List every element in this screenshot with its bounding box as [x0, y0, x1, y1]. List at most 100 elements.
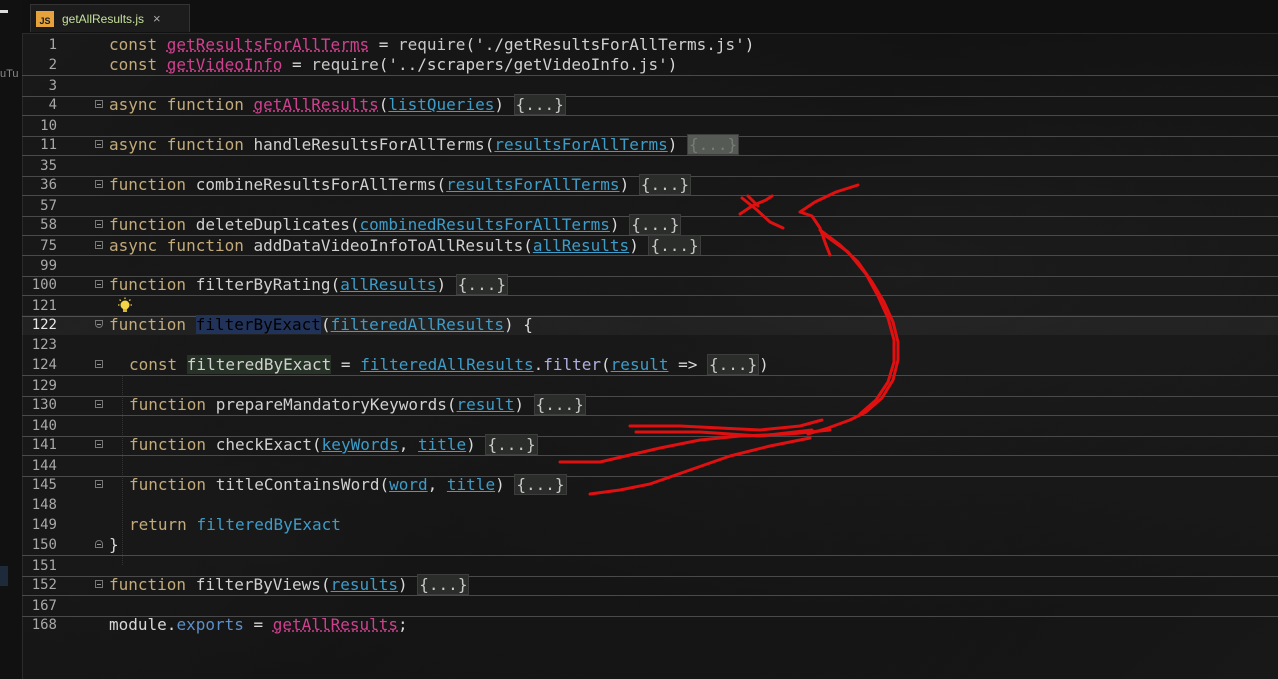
line-number: 99	[40, 258, 57, 274]
code-line[interactable]: 168 module.exports = getAllResults;	[22, 615, 1278, 635]
folded-region-placeholder[interactable]: {...}	[513, 94, 566, 115]
code-token: filteredAllResults	[360, 355, 534, 374]
code-line[interactable]: 121	[22, 295, 1278, 317]
folded-region-placeholder[interactable]: {...}	[629, 214, 682, 235]
fold-expand-icon[interactable]	[95, 480, 103, 488]
code-line[interactable]: 149 return filteredByExact	[22, 515, 1278, 535]
line-number: 150	[31, 537, 57, 553]
code-line[interactable]: 144	[22, 455, 1278, 477]
code-line[interactable]: 122 function filterByExact(filteredAllRes…	[22, 315, 1278, 335]
code-line[interactable]: 10	[22, 115, 1278, 137]
code-line[interactable]: 75 async function addDataVideoInfoToAllRe…	[22, 235, 1278, 256]
code-line[interactable]: 152 function filterByViews(results) {...}	[22, 574, 1278, 595]
code-token: =	[331, 355, 361, 374]
line-number: 35	[40, 158, 57, 174]
fold-expand-icon[interactable]	[95, 280, 103, 288]
tab-getallresults[interactable]: JS getAllResults.js ×	[30, 4, 190, 32]
code-line[interactable]: 141 function checkExact(keyWords, title) …	[22, 434, 1278, 455]
tab-bar: JS getAllResults.js ×	[22, 0, 1278, 34]
code-token: require	[311, 55, 379, 74]
line-number: 149	[31, 517, 57, 533]
fold-expand-icon[interactable]	[95, 580, 103, 588]
folded-region-placeholder[interactable]: {...}	[686, 134, 740, 155]
fold-expand-icon[interactable]	[95, 360, 103, 368]
code-token: result	[610, 355, 669, 374]
code-line[interactable]: 3	[22, 75, 1278, 97]
code-token: title	[446, 475, 496, 494]
code-line[interactable]: 4 async function getAllResults(listQuerie…	[22, 94, 1278, 115]
fold-collapse-icon[interactable]	[95, 320, 103, 328]
line-number: 121	[31, 298, 57, 314]
folded-region-placeholder[interactable]: {...}	[638, 174, 691, 195]
folded-region-placeholder[interactable]: {...}	[417, 574, 470, 595]
code-line[interactable]: 11 async function handleResultsForAllTerm…	[22, 134, 1278, 155]
code-token: require	[398, 35, 466, 54]
code-line[interactable]: 58 function deleteDuplicates(combinedResu…	[22, 214, 1278, 236]
code-token: .	[166, 615, 177, 634]
code-token: const	[109, 55, 167, 74]
line-number: 140	[31, 418, 57, 434]
panel-selection	[0, 566, 8, 586]
line-number: 3	[48, 78, 57, 94]
code-token: function	[109, 215, 196, 234]
code-line[interactable]: 150}	[22, 535, 1278, 555]
code-text: }	[109, 535, 119, 555]
close-icon[interactable]: ×	[153, 11, 161, 26]
code-token: )	[744, 35, 755, 54]
fold-expand-icon[interactable]	[95, 180, 103, 188]
code-text: async function getAllResults(listQueries…	[109, 94, 566, 115]
folded-region-placeholder[interactable]: {...}	[455, 274, 508, 295]
code-token: keyWords	[321, 435, 399, 454]
code-text: function deleteDuplicates(combinedResult…	[109, 214, 682, 235]
code-line[interactable]: 123	[22, 335, 1278, 355]
fold-expand-icon[interactable]	[95, 140, 103, 148]
code-token: addDataVideoInfoToAllResults	[253, 236, 524, 255]
folded-region-placeholder[interactable]: {...}	[648, 235, 701, 256]
fold-expand-icon[interactable]	[95, 400, 103, 408]
line-number: 58	[40, 217, 57, 233]
code-line[interactable]: 140	[22, 415, 1278, 437]
line-number: 2	[48, 57, 57, 73]
code-line[interactable]: 151	[22, 555, 1278, 577]
code-line[interactable]: 167	[22, 595, 1278, 617]
fold-expand-icon[interactable]	[95, 220, 103, 228]
folded-region-placeholder[interactable]: {...}	[514, 474, 567, 495]
code-text: const getResultsForAllTerms = require('.…	[109, 35, 754, 55]
code-line[interactable]: 148	[22, 495, 1278, 515]
code-line[interactable]: 1 const getResultsForAllTerms = require('…	[22, 35, 1278, 55]
folded-region-placeholder[interactable]: {...}	[485, 434, 538, 455]
code-token: (	[446, 395, 457, 414]
code-token: prepareMandatoryKeywords	[215, 395, 447, 414]
folded-region-placeholder[interactable]: {...}	[533, 394, 586, 415]
code-token: )	[619, 175, 639, 194]
fold-expand-icon[interactable]	[95, 241, 103, 249]
code-editor[interactable]: 1 const getResultsForAllTerms = require('…	[22, 33, 1278, 679]
code-token: getAllResults	[272, 615, 399, 634]
code-token: (	[330, 275, 341, 294]
fold-expand-icon[interactable]	[95, 100, 103, 108]
code-line[interactable]: 36 function combineResultsForAllTerms(res…	[22, 174, 1278, 195]
code-token: (	[523, 236, 533, 255]
code-line[interactable]: 130 function prepareMandatoryKeywords(res…	[22, 394, 1278, 415]
code-token: function	[109, 575, 196, 594]
code-token: const	[129, 355, 187, 374]
line-number: 148	[31, 497, 57, 513]
code-line[interactable]: 129	[22, 375, 1278, 397]
code-line[interactable]: 2 const getVideoInfo = require('../scrape…	[22, 55, 1278, 75]
code-line[interactable]: 145 function titleContainsWord(word, titl…	[22, 474, 1278, 495]
line-number: 141	[31, 437, 57, 453]
code-line[interactable]: 124 const filteredByExact = filteredAllRe…	[22, 354, 1278, 375]
line-number: 168	[31, 617, 57, 633]
code-token: (	[436, 175, 447, 194]
fold-end-icon[interactable]	[95, 540, 103, 548]
folded-region-placeholder[interactable]: {...}	[707, 354, 760, 375]
code-line[interactable]: 100 function filterByRating(allResults) {…	[22, 274, 1278, 295]
code-token: filterByRating	[195, 275, 331, 294]
code-token: filteredAllResults	[330, 315, 504, 334]
line-number: 145	[31, 477, 57, 493]
fold-expand-icon[interactable]	[95, 440, 103, 448]
lightbulb-icon[interactable]	[116, 297, 134, 315]
code-token: )	[629, 236, 649, 255]
code-line[interactable]: 99	[22, 255, 1278, 277]
code-token: word	[389, 475, 428, 494]
